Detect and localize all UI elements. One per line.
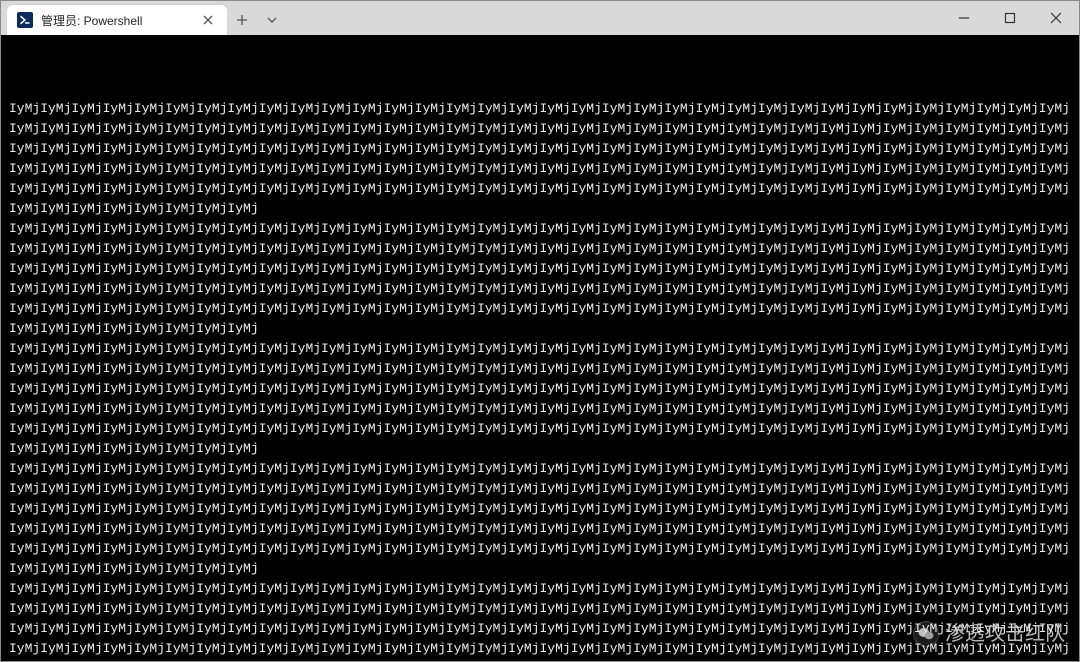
output-line: IyMjIyMjIyMjIyMjIyMjIyMjIyMjIyMjIyMjIyMj… xyxy=(9,339,1071,459)
close-tab-button[interactable] xyxy=(199,11,217,29)
minimize-button[interactable] xyxy=(941,1,987,35)
powershell-icon xyxy=(17,12,33,28)
close-window-button[interactable] xyxy=(1033,1,1079,35)
output-line: IyMjIyMjIyMjIyMjIyMjIyMjIyMjIyMjIyMjIyMj… xyxy=(9,219,1071,339)
output-line: IyMjIyMjIyMjIyMjIyMjIyMjIyMjIyMjIyMjIyMj… xyxy=(9,459,1071,579)
window-controls xyxy=(941,1,1079,35)
maximize-button[interactable] xyxy=(987,1,1033,35)
titlebar: 管理员: Powershell xyxy=(1,1,1079,35)
output-line: IyMjIyMjIyMjIyMjIyMjIyMjIyMjIyMjIyMjIyMj… xyxy=(9,579,1071,661)
tab-dropdown-button[interactable] xyxy=(257,5,287,35)
tab-active[interactable]: 管理员: Powershell xyxy=(7,5,227,35)
terminal-body[interactable]: IyMjIyMjIyMjIyMjIyMjIyMjIyMjIyMjIyMjIyMj… xyxy=(1,35,1079,661)
window-frame: 管理员: Powershell Iy xyxy=(0,0,1080,662)
tab-strip: 管理员: Powershell xyxy=(1,1,941,35)
output-line: IyMjIyMjIyMjIyMjIyMjIyMjIyMjIyMjIyMjIyMj… xyxy=(9,99,1071,219)
tab-title: 管理员: Powershell xyxy=(41,12,191,29)
new-tab-button[interactable] xyxy=(227,5,257,35)
